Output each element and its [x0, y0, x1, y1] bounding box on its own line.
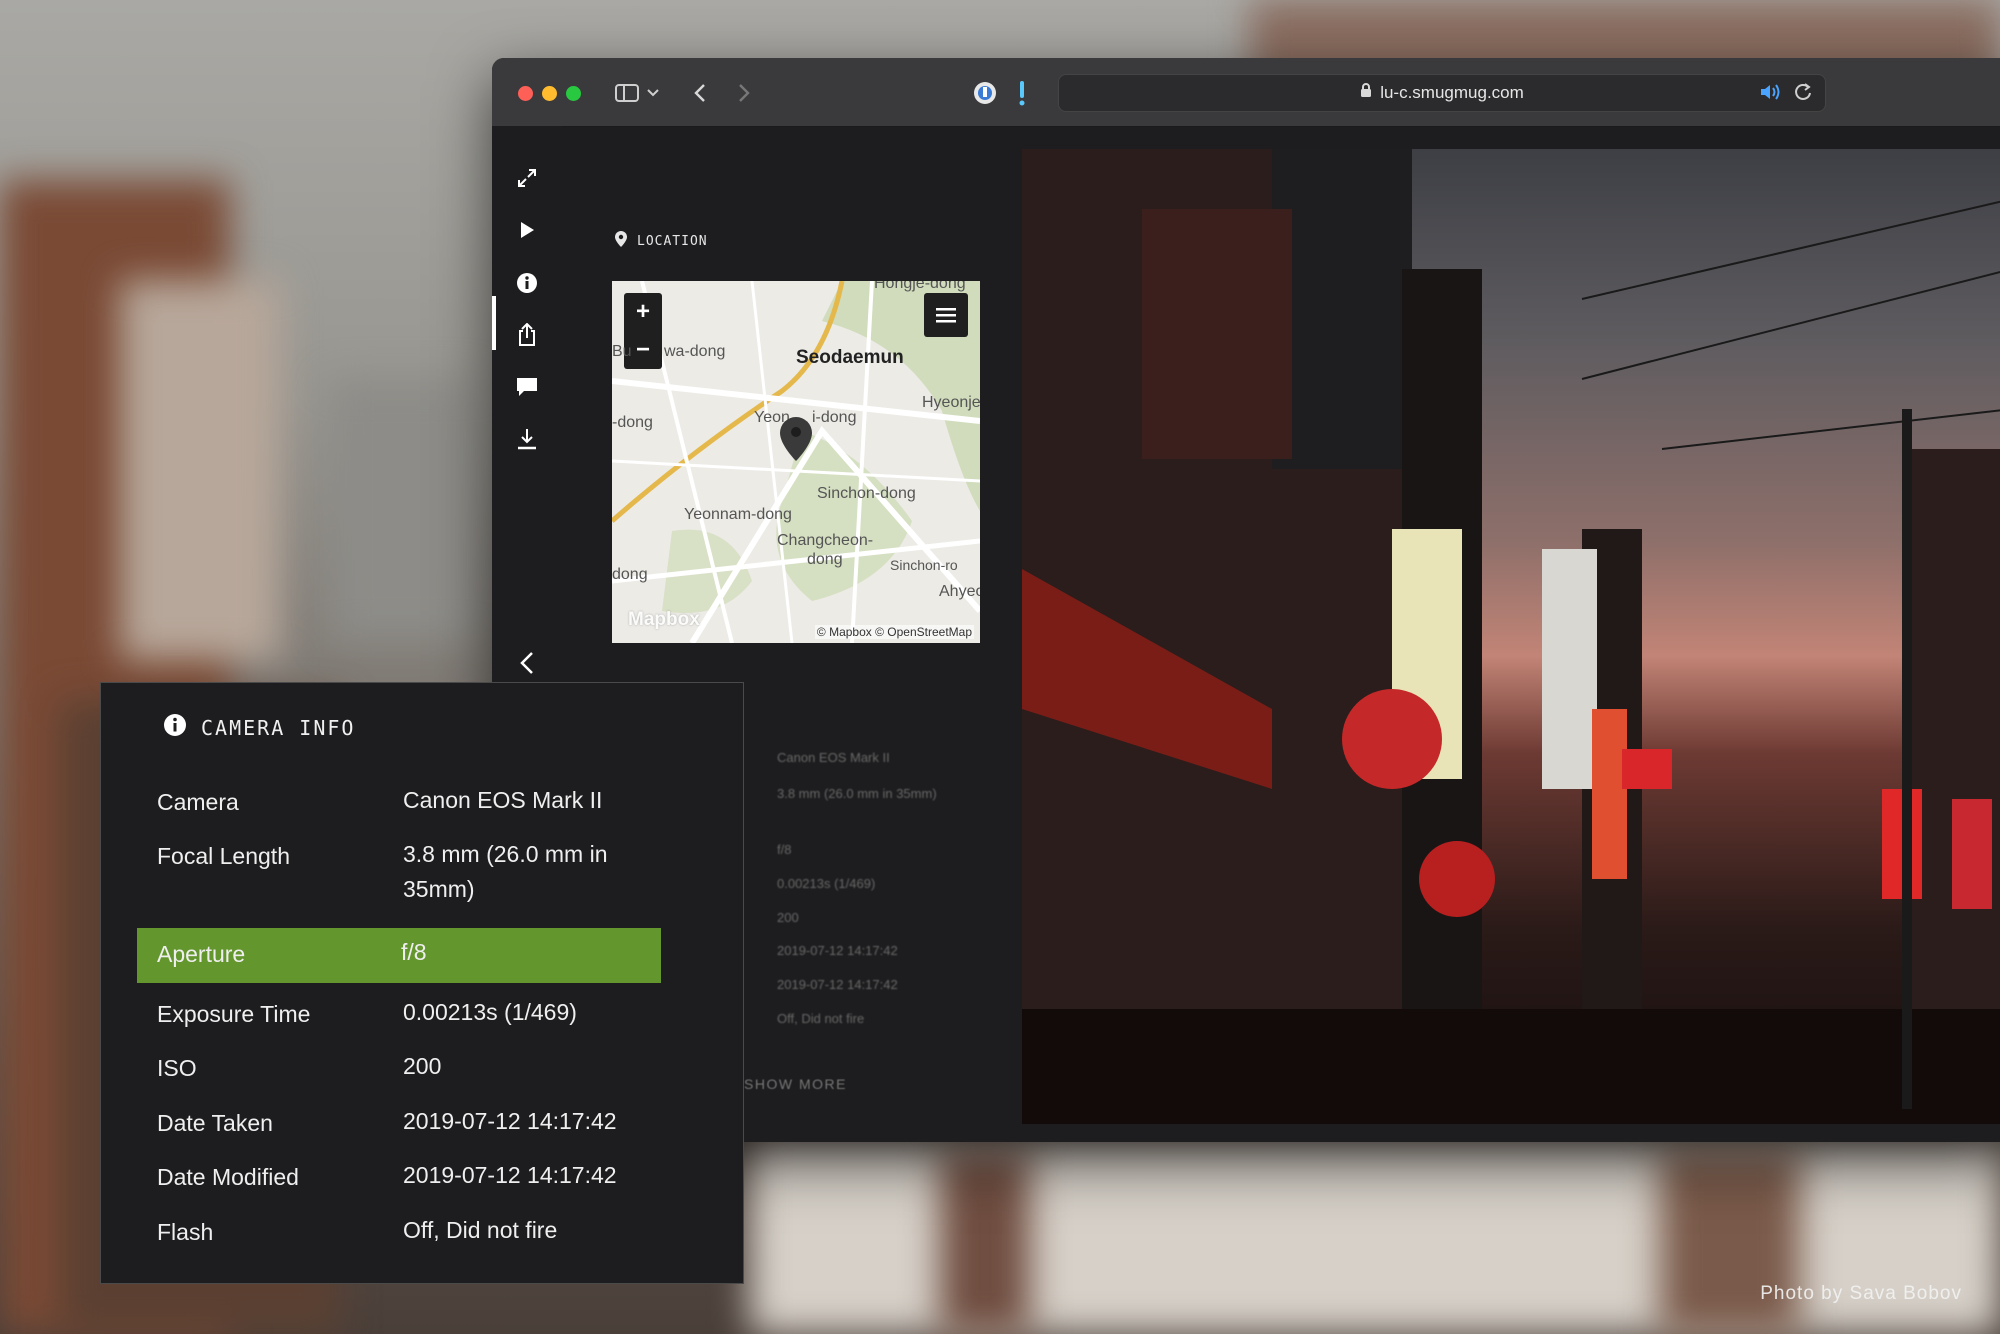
map-label: wa-dong	[664, 343, 726, 360]
camera-info-card: CAMERA INFO Camera Canon EOS Mark II Foc…	[100, 682, 744, 1284]
info-icon[interactable]	[492, 263, 562, 303]
url-text: lu-c.smugmug.com	[1380, 83, 1524, 102]
back-chevron-icon[interactable]	[492, 643, 562, 683]
main-photo[interactable]	[1022, 149, 2000, 1124]
row-value: Off, Did not fire	[403, 1217, 558, 1243]
panel-value: Canon EOS Mark II	[777, 750, 890, 765]
location-map[interactable]: + − Hongje-dong Seodaemun Bu wa-dong -do…	[612, 281, 980, 643]
focal-length-row: Focal Length 3.8 mm (26.0 mm in 35mm)	[137, 841, 661, 913]
info-icon	[163, 713, 187, 742]
row-value: 200	[403, 1053, 442, 1079]
row-label: Camera	[157, 789, 239, 815]
row-value: 0.00213s (1/469)	[403, 999, 577, 1025]
panel-value: 2019-07-12 14:17:42	[777, 977, 898, 992]
map-label: Ahyeo	[939, 583, 980, 600]
lock-icon	[1360, 83, 1372, 103]
map-label: Hyeonje	[922, 394, 980, 411]
map-label: i-dong	[812, 409, 857, 426]
panel-value: 200	[777, 910, 799, 925]
row-value: Canon EOS Mark II	[403, 787, 603, 813]
map-label: dong	[612, 566, 648, 583]
sidebar-toggle-icon[interactable]	[612, 76, 642, 110]
map-label: Seodaemun	[796, 347, 904, 368]
row-label: Exposure Time	[157, 1001, 311, 1027]
panel-value: f/8	[777, 842, 792, 857]
play-icon[interactable]	[492, 210, 562, 250]
speaker-icon[interactable]	[1759, 82, 1781, 107]
row-label: Date Modified	[157, 1164, 299, 1190]
chevron-down-icon[interactable]	[644, 76, 662, 110]
map-label: Changcheon-	[777, 532, 874, 549]
photo-credit: Photo by Sava Bobov	[1760, 1283, 1962, 1304]
panel-value: Off, Did not fire	[777, 1011, 865, 1026]
mapbox-logo: Mapbox	[628, 609, 700, 630]
download-icon[interactable]	[492, 419, 562, 459]
map-label: Bu	[612, 343, 632, 360]
forward-icon[interactable]	[732, 76, 756, 110]
show-more-link[interactable]: SHOW MORE	[744, 1076, 847, 1092]
map-label: Sinchon-ro	[890, 557, 958, 573]
address-bar[interactable]: lu-c.smugmug.com	[1058, 74, 1826, 112]
share-icon[interactable]	[492, 315, 562, 355]
zoom-window-button[interactable]	[566, 86, 581, 101]
comment-icon[interactable]	[492, 367, 562, 407]
fullscreen-icon[interactable]	[492, 158, 562, 198]
map-pin-icon[interactable]	[780, 417, 812, 466]
map-attribution[interactable]: © Mapbox © OpenStreetMap	[814, 625, 974, 639]
map-label: -dong	[612, 414, 653, 431]
location-heading: LOCATION	[615, 231, 708, 251]
row-value: 2019-07-12 14:17:42	[403, 1108, 617, 1134]
location-label: LOCATION	[637, 233, 708, 249]
camera-info-title: CAMERA INFO	[201, 715, 356, 740]
password-icon[interactable]	[970, 76, 1000, 110]
alert-icon[interactable]	[1012, 76, 1032, 110]
panel-value: 2019-07-12 14:17:42	[777, 943, 898, 958]
map-zoom-in-button[interactable]: +	[624, 293, 662, 331]
browser-toolbar: lu-c.smugmug.com	[492, 58, 2000, 127]
map-label: Sinchon-dong	[817, 485, 916, 502]
panel-value: 0.00213s (1/469)	[777, 876, 876, 891]
hamburger-icon	[936, 308, 956, 323]
back-icon[interactable]	[688, 76, 712, 110]
location-pin-icon	[615, 231, 627, 251]
map-menu-button[interactable]	[924, 293, 968, 337]
close-window-button[interactable]	[518, 86, 533, 101]
map-label: dong	[807, 551, 843, 568]
row-value: 2019-07-12 14:17:42	[403, 1162, 617, 1188]
minimize-window-button[interactable]	[542, 86, 557, 101]
row-label: Aperture	[157, 941, 246, 967]
row-label: Date Taken	[157, 1110, 273, 1136]
panel-value: 3.8 mm (26.0 mm in 35mm)	[777, 786, 937, 801]
row-label: ISO	[157, 1055, 197, 1081]
reload-icon[interactable]	[1793, 82, 1813, 107]
map-label: Hongje-dong	[874, 281, 966, 292]
row-value: f/8	[401, 939, 427, 965]
camera-info-header: CAMERA INFO	[163, 713, 355, 742]
aperture-row[interactable]: Aperture f/8	[137, 928, 661, 983]
row-label: Focal Length	[157, 843, 290, 869]
map-label: Yeonnam-dong	[684, 506, 792, 523]
row-value: 3.8 mm (26.0 mm in 35mm)	[403, 841, 608, 902]
row-label: Flash	[157, 1219, 214, 1245]
